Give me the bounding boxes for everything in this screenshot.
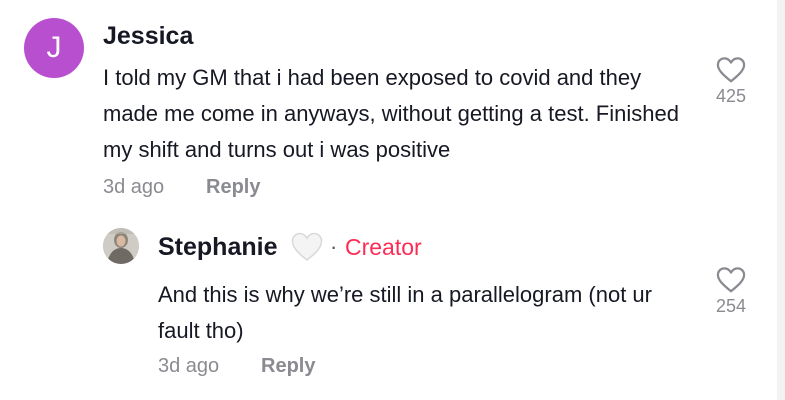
- reply-button[interactable]: Reply: [206, 176, 260, 199]
- scrollbar-track[interactable]: [777, 0, 785, 400]
- heart-outline-icon: [716, 267, 746, 293]
- like-count: 254: [715, 296, 747, 316]
- comment-username[interactable]: Jessica: [103, 22, 193, 51]
- reply-button[interactable]: Reply: [261, 355, 315, 378]
- comment-timestamp: 3d ago: [158, 355, 220, 377]
- comment-text: And this is why we’re still in a paralle…: [158, 282, 652, 343]
- creator-badge: Creator: [345, 234, 422, 260]
- like-button[interactable]: 254: [711, 266, 751, 317]
- avatar[interactable]: [103, 228, 139, 264]
- avatar[interactable]: J: [24, 18, 84, 78]
- reply-comment-item: Stephanie · Creator And this is why we’r…: [0, 210, 785, 400]
- heart-outline-icon: [716, 57, 746, 83]
- comment-username[interactable]: Stephanie: [158, 233, 277, 262]
- like-button[interactable]: 425: [711, 56, 751, 107]
- separator-dot: ·: [330, 234, 338, 259]
- white-heart-icon: [291, 232, 323, 261]
- comment-timestamp: 3d ago: [103, 176, 165, 198]
- avatar-photo-image: [103, 228, 139, 264]
- like-count: 425: [715, 86, 747, 106]
- comment-item: J Jessica I told my GM that i had been e…: [0, 0, 785, 210]
- comment-text: I told my GM that i had been exposed to …: [103, 65, 679, 162]
